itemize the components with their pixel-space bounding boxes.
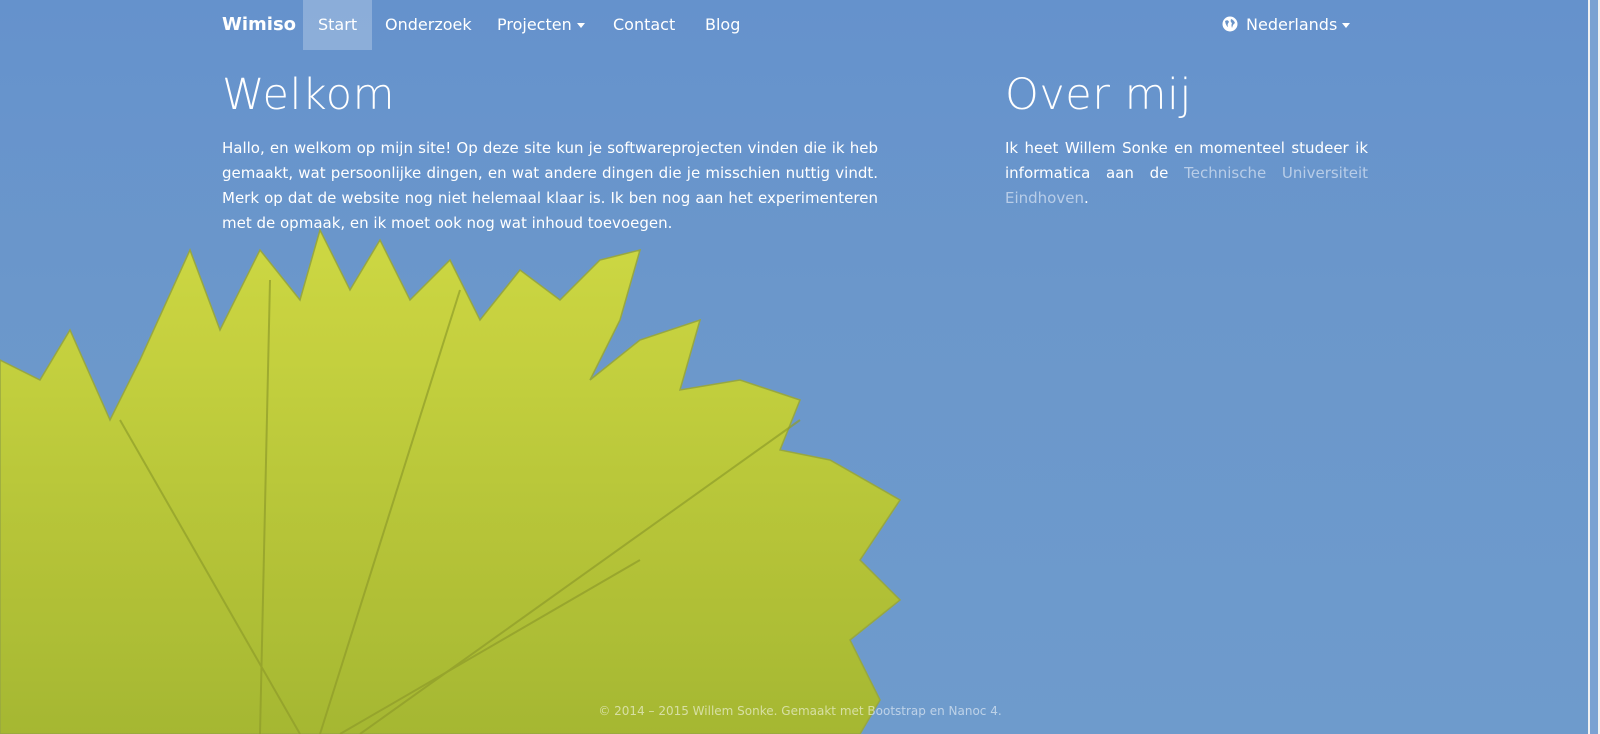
welcome-text: Hallo, en welkom op mijn site! Op deze s… [222,139,878,232]
language-dropdown[interactable]: Nederlands [1207,0,1365,50]
nav-item-blog[interactable]: Blog [690,0,755,50]
about-text-end: . [1083,189,1089,207]
nav-item-start[interactable]: Start [303,0,373,50]
about-title: Over mij [1005,70,1192,120]
nav-item-onderzoek[interactable]: Onderzoek [370,0,487,50]
chevron-down-icon [1342,23,1351,28]
globe-icon [1222,16,1238,32]
language-label: Nederlands [1246,15,1338,34]
welcome-section: Welkom Hallo, en welkom op mijn site! Op… [222,70,878,236]
brand-logo[interactable]: Wimiso [222,0,296,50]
nav-item-projecten[interactable]: Projecten [482,0,600,50]
scrollbar-thumb[interactable] [1590,0,1598,734]
navbar: Wimiso Start Onderzoek Projecten Contact… [0,0,1588,50]
page-scrollbar[interactable] [1588,0,1600,734]
nav-item-projecten-label: Projecten [497,15,572,34]
nav-item-contact[interactable]: Contact [598,0,690,50]
about-text: Ik heet Willem Sonke en momenteel studee… [1005,136,1368,211]
welcome-title: Welkom [222,70,395,120]
about-section: Over mij Ik heet Willem Sonke en momente… [1005,70,1368,211]
chevron-down-icon [576,23,585,28]
footer: © 2014 – 2015 Willem Sonke. Gemaakt met … [598,704,1002,718]
